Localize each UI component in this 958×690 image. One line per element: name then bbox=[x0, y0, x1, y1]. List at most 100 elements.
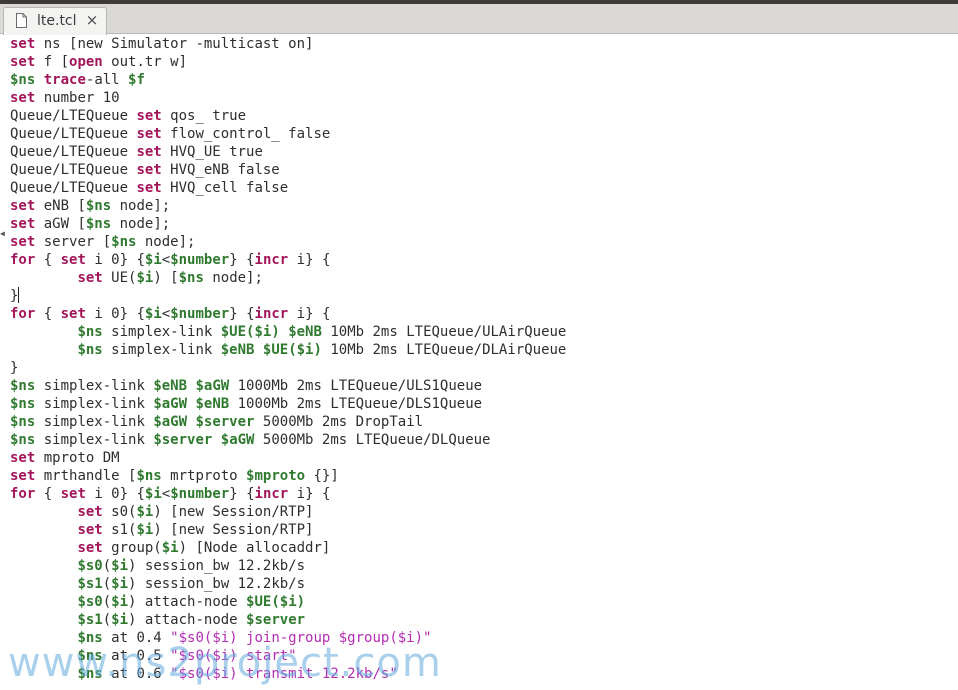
code-line[interactable]: set s0($i) [new Session/RTP] bbox=[10, 503, 566, 521]
code-line[interactable]: Queue/LTEQueue set HVQ_UE true bbox=[10, 143, 566, 161]
code-line[interactable]: set number 10 bbox=[10, 89, 566, 107]
code-token: Queue/LTEQueue bbox=[10, 180, 137, 196]
code-token: out.tr w] bbox=[102, 54, 188, 70]
code-token: for bbox=[10, 306, 36, 322]
code-line[interactable]: for { set i 0} {$i<$number} {incr i} { bbox=[10, 305, 566, 323]
code-line[interactable]: for { set i 0} {$i<$number} {incr i} { bbox=[10, 251, 566, 269]
code-token: for bbox=[10, 486, 36, 502]
code-token: ) [new Session/RTP] bbox=[153, 522, 314, 538]
code-token: set bbox=[10, 468, 36, 484]
code-line[interactable]: set s1($i) [new Session/RTP] bbox=[10, 521, 566, 539]
code-token: set bbox=[10, 90, 36, 106]
code-token: $number bbox=[170, 486, 230, 502]
code-token: i} { bbox=[288, 306, 331, 322]
code-line[interactable]: $ns simplex-link $aGW $server 5000Mb 2ms… bbox=[10, 413, 566, 431]
code-line[interactable]: $ns simplex-link $eNB $aGW 1000Mb 2ms LT… bbox=[10, 377, 566, 395]
code-text[interactable]: set ns [new Simulator -multicast on] set … bbox=[10, 35, 566, 683]
code-line[interactable]: $s0($i) attach-node $UE($i) bbox=[10, 593, 566, 611]
code-token: $eNB bbox=[220, 342, 255, 358]
code-token: {}] bbox=[305, 468, 339, 484]
code-token: set bbox=[136, 162, 162, 178]
code-line[interactable]: $ns simplex-link $server $aGW 5000Mb 2ms… bbox=[10, 431, 566, 449]
code-token: { bbox=[35, 486, 61, 502]
code-token: $s0 bbox=[77, 558, 103, 574]
code-token: f [ bbox=[35, 54, 70, 70]
code-line[interactable]: $s0($i) session_bw 12.2kb/s bbox=[10, 557, 566, 575]
code-line[interactable]: set group($i) [Node allocaddr] bbox=[10, 539, 566, 557]
code-token: } bbox=[10, 288, 19, 304]
code-line[interactable]: $s1($i) attach-node $server bbox=[10, 611, 566, 629]
code-line[interactable]: Queue/LTEQueue set HVQ_cell false bbox=[10, 179, 566, 197]
code-line[interactable]: $ns trace-all $f bbox=[10, 71, 566, 89]
code-token: $f bbox=[128, 72, 145, 88]
code-token: ( bbox=[102, 612, 112, 628]
code-token: $server bbox=[246, 612, 306, 628]
code-token: ns [new Simulator -multicast on] bbox=[35, 36, 314, 52]
code-token: simplex-link bbox=[35, 396, 154, 412]
code-token: i 0} { bbox=[85, 306, 145, 322]
code-token: $ns bbox=[77, 324, 103, 340]
code-token: $ns bbox=[178, 270, 204, 286]
code-line[interactable]: set eNB [$ns node]; bbox=[10, 197, 566, 215]
code-token: qos_ true bbox=[161, 108, 247, 124]
code-line[interactable]: for { set i 0} {$i<$number} {incr i} { bbox=[10, 485, 566, 503]
code-token: 1000Mb 2ms LTEQueue/ULS1Queue bbox=[229, 378, 483, 394]
code-line[interactable]: Queue/LTEQueue set flow_control_ false bbox=[10, 125, 566, 143]
code-token: $eNB bbox=[195, 396, 230, 412]
code-line[interactable]: set server [$ns node]; bbox=[10, 233, 566, 251]
text-cursor bbox=[18, 287, 20, 303]
code-token: $i bbox=[111, 594, 129, 610]
code-token: $i bbox=[144, 306, 162, 322]
code-token: ) attach-node bbox=[128, 594, 247, 610]
code-token: $eNB bbox=[288, 324, 322, 340]
code-token: HVQ_cell false bbox=[161, 180, 289, 196]
code-token: $number bbox=[170, 252, 230, 268]
code-token: ( bbox=[102, 576, 112, 592]
code-line[interactable]: set UE($i) [$ns node]; bbox=[10, 269, 566, 287]
code-line[interactable]: set mproto DM bbox=[10, 449, 566, 467]
code-token: node]; bbox=[136, 234, 196, 250]
code-line[interactable]: $ns simplex-link $eNB $UE($i) 10Mb 2ms L… bbox=[10, 341, 566, 359]
code-token: $UE($i) bbox=[220, 324, 280, 340]
code-line[interactable]: set aGW [$ns node]; bbox=[10, 215, 566, 233]
code-token: Queue/LTEQueue bbox=[10, 108, 137, 124]
code-editor[interactable]: set ns [new Simulator -multicast on] set … bbox=[0, 35, 958, 690]
tab-lte-tcl[interactable]: lte.tcl × bbox=[3, 7, 107, 35]
code-token: mproto DM bbox=[35, 450, 120, 466]
code-line[interactable]: $ns simplex-link $UE($i) $eNB 10Mb 2ms L… bbox=[10, 323, 566, 341]
code-line[interactable]: $s1($i) session_bw 12.2kb/s bbox=[10, 575, 566, 593]
code-token: simplex-link bbox=[102, 342, 221, 358]
code-token: ( bbox=[102, 594, 112, 610]
code-token: set bbox=[60, 306, 86, 322]
code-token: simplex-link bbox=[35, 378, 154, 394]
code-token: ) [ bbox=[153, 270, 179, 286]
code-token: open bbox=[69, 54, 103, 70]
code-line[interactable]: Queue/LTEQueue set qos_ true bbox=[10, 107, 566, 125]
code-token: $s1 bbox=[77, 612, 103, 628]
code-token: $mproto bbox=[246, 468, 306, 484]
code-token: mrthandle [ bbox=[35, 468, 137, 484]
code-token: trace bbox=[43, 72, 86, 88]
code-token: ) [Node allocaddr] bbox=[178, 540, 331, 556]
code-token: s0( bbox=[102, 504, 137, 520]
code-token: $i bbox=[161, 540, 179, 556]
tab-close-button[interactable]: × bbox=[84, 11, 100, 29]
code-line[interactable]: } bbox=[10, 359, 566, 377]
code-token: $ns bbox=[85, 198, 112, 214]
code-line[interactable]: $ns simplex-link $aGW $eNB 1000Mb 2ms LT… bbox=[10, 395, 566, 413]
code-token: 1000Mb 2ms LTEQueue/DLS1Queue bbox=[229, 396, 483, 412]
code-line[interactable]: set ns [new Simulator -multicast on] bbox=[10, 35, 566, 53]
code-token: Queue/LTEQueue bbox=[10, 162, 137, 178]
code-token: -all bbox=[85, 72, 129, 88]
code-token: i} { bbox=[288, 486, 331, 502]
code-line[interactable]: set f [open out.tr w] bbox=[10, 53, 566, 71]
code-token: $aGW bbox=[220, 432, 255, 448]
code-line[interactable]: } bbox=[10, 287, 566, 305]
code-token: $i bbox=[136, 270, 154, 286]
code-line[interactable]: set mrthandle [$ns mrtproto $mproto {}] bbox=[10, 467, 566, 485]
code-line[interactable]: Queue/LTEQueue set HVQ_eNB false bbox=[10, 161, 566, 179]
